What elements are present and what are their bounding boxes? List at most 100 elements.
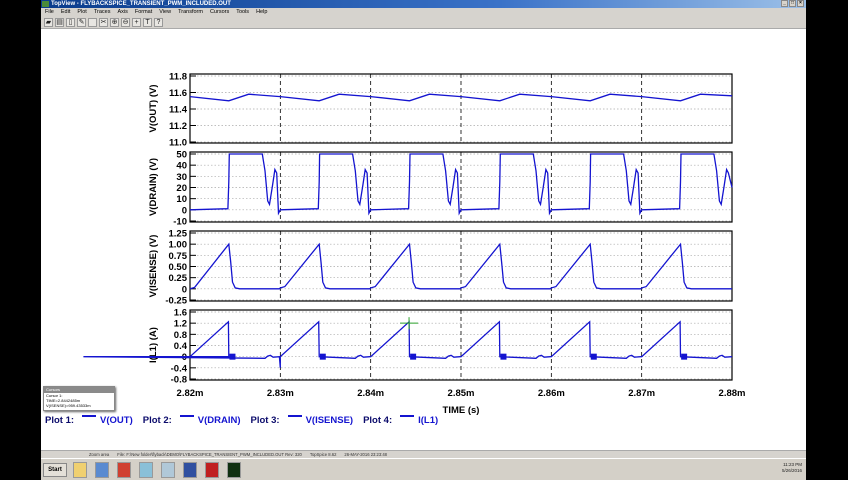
y-tick-label: 1.6: [174, 308, 187, 319]
legend-plot-label: Plot 1:: [45, 415, 75, 426]
y-tick-label: 0.4: [174, 341, 188, 352]
y-tick-label: 0.50: [169, 262, 188, 273]
help-icon[interactable]: ?: [154, 18, 163, 27]
status-version: TopSpice 8.62: [309, 452, 337, 457]
trace-marker: [319, 353, 326, 360]
status-bar: Zoom area File: F:\New folder\flyback\DE…: [41, 450, 806, 458]
y-tick-label: -0.4: [171, 363, 188, 374]
legend: Plot 1: V(OUT) Plot 2: V(DRAIN) Plot 3: V(ISE…: [45, 415, 448, 426]
y-tick-label: 11.8: [169, 72, 187, 83]
menu-file[interactable]: File: [45, 8, 54, 17]
toolbar: ▰ ▤ ▯ ✎ ✂ ⊕ ⊖ + T?: [41, 17, 806, 29]
status-date: 26-MAY-2016 23:23:48: [344, 452, 388, 457]
x-tick-label: 2.85m: [448, 388, 475, 399]
topview-taskbar-icon[interactable]: [227, 462, 241, 478]
explorer-icon[interactable]: [73, 462, 87, 478]
clock-date: 5/26/2016: [781, 468, 802, 473]
y-axis-label: V(ISENSE) (V): [148, 235, 159, 298]
y-tick-label: 20: [176, 183, 187, 194]
y-tick-label: 1.2: [174, 319, 187, 330]
text-icon[interactable]: T: [143, 18, 152, 27]
trace-marker: [410, 353, 417, 360]
app-icon[interactable]: [161, 462, 175, 478]
legend-plot-label: Plot 3:: [250, 415, 280, 426]
app-icon[interactable]: [183, 462, 197, 478]
menu-help[interactable]: Help: [256, 8, 267, 17]
y-tick-label: 40: [176, 161, 187, 172]
app-icon[interactable]: [205, 462, 219, 478]
maximize-button[interactable]: □: [789, 0, 796, 7]
y-tick-label: -10: [173, 217, 187, 228]
system-tray: 11:23 PM 5/26/2016: [782, 462, 802, 474]
legend-line-swatch: [179, 415, 194, 417]
y-tick-label: 0: [182, 205, 187, 216]
crosshair-icon[interactable]: +: [132, 18, 141, 27]
y-tick-label: 30: [176, 172, 187, 183]
y-tick-label: 11.4: [169, 105, 188, 116]
status-file: File: F:\New folder\flyback\DEMO\FLYBACK…: [117, 452, 302, 457]
y-tick-label: -0.8: [171, 375, 187, 386]
legend-plot-label: Plot 2:: [142, 415, 172, 426]
y-tick-label: -0.25: [165, 296, 187, 307]
x-tick-label: 2.86m: [538, 388, 565, 399]
copy-icon[interactable]: ▯: [66, 18, 75, 27]
plot-area[interactable]: 11.8 11.6 11.4 11.2 11.0 V(OUT) (V) 5040302010…: [41, 0, 806, 450]
menu-bar: File Edit Plot Traces Axis Format View Transfor…: [41, 8, 806, 17]
trace-marker: [590, 353, 597, 360]
legend-line-swatch: [82, 415, 97, 417]
menu-traces[interactable]: Traces: [94, 8, 111, 17]
minimize-button[interactable]: _: [781, 0, 788, 7]
y-tick-label: 11.0: [169, 138, 187, 149]
y-tick-label: 1.00: [169, 240, 188, 251]
y-axis-label: V(OUT) (V): [148, 84, 159, 132]
app-icon[interactable]: [139, 462, 153, 478]
y-tick-label: 10: [176, 194, 187, 205]
x-tick-label: 2.88m: [719, 388, 746, 399]
y-tick-label: 0.8: [174, 330, 187, 341]
y-tick-label: 50: [176, 150, 187, 161]
legend-series-name: V(DRAIN): [197, 415, 241, 426]
y-tick-label: 0.75: [169, 251, 188, 262]
menu-transform[interactable]: Transform: [178, 8, 203, 17]
menu-tools[interactable]: Tools: [236, 8, 249, 17]
x-tick-label: 2.83m: [267, 388, 294, 399]
x-tick-label: 2.82m: [177, 388, 204, 399]
menu-view[interactable]: View: [159, 8, 171, 17]
cursor-value: V(ISENSE)=959.43533m: [46, 403, 91, 408]
menu-axis[interactable]: Axis: [117, 8, 127, 17]
menu-edit[interactable]: Edit: [61, 8, 70, 17]
x-tick-label: 2.84m: [357, 388, 384, 399]
taskbar: Start 11:23 PM 5/26/2016: [41, 458, 806, 480]
zoom-out-icon[interactable]: ⊖: [121, 18, 130, 27]
edit-icon[interactable]: ✎: [77, 18, 86, 27]
legend-series-name: V(ISENSE): [305, 415, 354, 426]
menu-format[interactable]: Format: [135, 8, 152, 17]
start-button[interactable]: Start: [43, 463, 67, 477]
trace-marker: [681, 353, 688, 360]
open-icon[interactable]: ▰: [44, 18, 53, 27]
y-tick-label: 1.25: [169, 229, 188, 240]
app-icon: [42, 1, 49, 7]
menu-cursors[interactable]: Cursors: [210, 8, 229, 17]
app-icon[interactable]: [95, 462, 109, 478]
close-button[interactable]: ×: [797, 0, 804, 7]
app-icon[interactable]: [117, 462, 131, 478]
title-bar: TopView - FLYBACKSPICE_TRANSIENT_PWM_INC…: [41, 0, 806, 8]
y-tick-label: 11.6: [169, 88, 187, 99]
y-tick-label: 0.25: [169, 273, 188, 284]
y-axis-label: V(DRAIN) (V): [148, 158, 159, 216]
window-title: TopView - FLYBACKSPICE_TRANSIENT_PWM_INC…: [51, 1, 231, 7]
blank-icon[interactable]: [88, 18, 97, 27]
zoom-in-icon[interactable]: ⊕: [110, 18, 119, 27]
legend-series-name: V(OUT): [100, 415, 133, 426]
y-tick-label: 11.2: [169, 121, 187, 132]
trace-marker: [500, 353, 507, 360]
cut-icon[interactable]: ✂: [99, 18, 108, 27]
status-mode: Zoom area: [89, 452, 110, 457]
menu-plot[interactable]: Plot: [77, 8, 86, 17]
cursor-readout[interactable]: Cursors Cursor 1: TIME=2.8442485m V(ISEN…: [43, 386, 115, 411]
legend-plot-label: Plot 4:: [363, 415, 393, 426]
legend-series-name: I(L1): [418, 415, 439, 426]
print-icon[interactable]: ▤: [55, 18, 64, 27]
legend-line-swatch: [287, 415, 302, 417]
